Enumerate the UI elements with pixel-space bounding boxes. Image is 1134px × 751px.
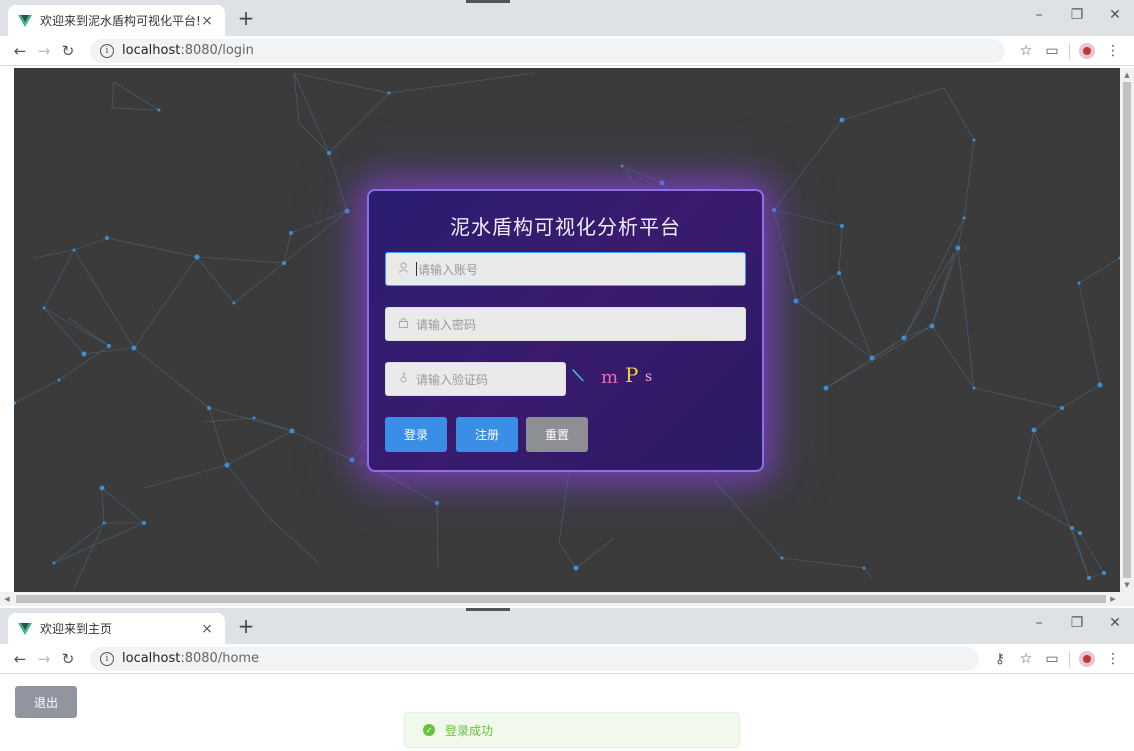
address-bar[interactable]: i localhost:8080/login [90,38,1005,63]
password-input[interactable]: 请输入密码 [385,307,746,341]
horizontal-scrollbar[interactable]: ◀ ▶ [0,592,1134,606]
key-icon[interactable]: ⚷ [987,651,1013,667]
cast-icon[interactable]: ▭ [1039,651,1065,667]
toolbar-separator [1069,42,1070,59]
register-button[interactable]: 注册 [456,417,518,452]
scroll-left-icon[interactable]: ◀ [0,592,14,606]
home-page: 退出 ✓ 登录成功 [0,676,1134,751]
address-bar[interactable]: i localhost:8080/home [90,646,979,671]
success-toast: ✓ 登录成功 [404,712,740,748]
reload-icon[interactable]: ↻ [56,42,80,60]
scroll-down-icon[interactable]: ▼ [1120,578,1134,592]
captcha-char: P [625,363,639,387]
account-placeholder: 请输入账号 [418,262,479,277]
tab-close-icon[interactable]: × [199,621,215,637]
reload-icon[interactable]: ↻ [56,650,80,668]
vertical-scrollbar[interactable]: ▲ ▼ [1120,68,1134,592]
new-tab-button[interactable]: + [236,8,256,28]
star-icon[interactable]: ☆ [1013,651,1039,667]
window-grip [466,0,510,3]
arrow-left-icon[interactable]: ← [8,42,32,60]
arrow-right-icon[interactable]: → [32,650,56,668]
close-window-icon[interactable]: ✕ [1096,608,1134,644]
scroll-up-icon[interactable]: ▲ [1120,68,1134,82]
login-button[interactable]: 登录 [385,417,447,452]
captcha-char: s [645,369,653,385]
tab-home[interactable]: 欢迎来到主页 × [8,613,225,644]
scroll-right-icon[interactable]: ▶ [1106,592,1120,606]
tab-close-icon[interactable]: × [199,13,215,29]
scrollbar-thumb[interactable] [16,595,1106,603]
browser-window-home: 欢迎来到主页 × + – ❐ ✕ ← → ↻ i localhost:8080/… [0,608,1134,751]
captcha-char: m [601,367,619,388]
password-placeholder: 请输入密码 [416,317,477,332]
new-tab-button[interactable]: + [236,616,256,636]
tab-title: 欢迎来到泥水盾构可视化平台! [40,14,199,28]
minimize-icon[interactable]: – [1020,0,1058,36]
scrollbar-thumb[interactable] [1123,82,1131,578]
restore-icon[interactable]: ❐ [1058,608,1096,644]
captcha-image[interactable]: \ m P s [570,363,663,393]
browser-window-login: 欢迎来到泥水盾构可视化平台! × + – ❐ ✕ ← → ↻ i localho… [0,0,1134,606]
toast-message: 登录成功 [445,723,494,738]
check-circle-icon: ✓ [423,724,435,736]
login-card: 泥水盾构可视化分析平台 请输入账号 请输入密码 请输入验证码 \ m P s 登… [367,189,764,472]
account-input[interactable]: 请输入账号 [385,252,746,286]
info-icon[interactable]: i [100,651,114,666]
vue-logo-icon [18,622,32,636]
star-icon[interactable]: ☆ [1013,43,1039,59]
logout-button[interactable]: 退出 [15,686,77,718]
cast-icon[interactable]: ▭ [1039,43,1065,59]
window-grip [466,608,510,611]
url-path: :8080/home [180,651,260,666]
reset-button[interactable]: 重置 [526,417,588,452]
toolbar-right: ⚷ ☆ ▭ ⋮ [987,650,1126,667]
captcha-char: \ [570,364,586,387]
window-controls: – ❐ ✕ [1020,0,1134,36]
login-page: 泥水盾构可视化分析平台 请输入账号 请输入密码 请输入验证码 \ m P s 登… [14,68,1120,592]
toolbar-separator [1069,650,1070,667]
close-window-icon[interactable]: ✕ [1096,0,1134,36]
profile-avatar[interactable] [1079,42,1095,59]
user-icon [396,262,410,276]
text-cursor [416,262,417,276]
url-host: localhost [122,651,181,666]
url-path: :8080/login [180,43,254,58]
window-controls: – ❐ ✕ [1020,608,1134,644]
kebab-menu-icon[interactable]: ⋮ [1100,651,1126,667]
toolbar: ← → ↻ i localhost:8080/login ☆ ▭ ⋮ [0,36,1134,66]
profile-avatar[interactable] [1079,650,1095,667]
kebab-menu-icon[interactable]: ⋮ [1100,43,1126,59]
captcha-input[interactable]: 请输入验证码 [385,362,566,396]
tab-title: 欢迎来到主页 [40,622,113,636]
arrow-right-icon[interactable]: → [32,42,56,60]
vue-logo-icon [18,14,32,28]
tab-strip: 欢迎来到泥水盾构可视化平台! × + – ❐ ✕ [0,0,1134,36]
toolbar-right: ☆ ▭ ⋮ [1013,42,1126,59]
minimize-icon[interactable]: – [1020,608,1058,644]
info-icon[interactable]: i [100,43,114,58]
captcha-placeholder: 请输入验证码 [416,372,489,387]
toolbar: ← → ↻ i localhost:8080/home ⚷ ☆ ▭ ⋮ [0,644,1134,674]
tab-login[interactable]: 欢迎来到泥水盾构可视化平台! × [8,5,225,36]
left-gutter [0,68,14,592]
login-title: 泥水盾构可视化分析平台 [450,215,681,239]
url-host: localhost [122,43,181,58]
arrow-left-icon[interactable]: ← [8,650,32,668]
tab-strip: 欢迎来到主页 × + – ❐ ✕ [0,608,1134,644]
restore-icon[interactable]: ❐ [1058,0,1096,36]
lock-icon [396,317,410,331]
key-icon [396,372,410,386]
